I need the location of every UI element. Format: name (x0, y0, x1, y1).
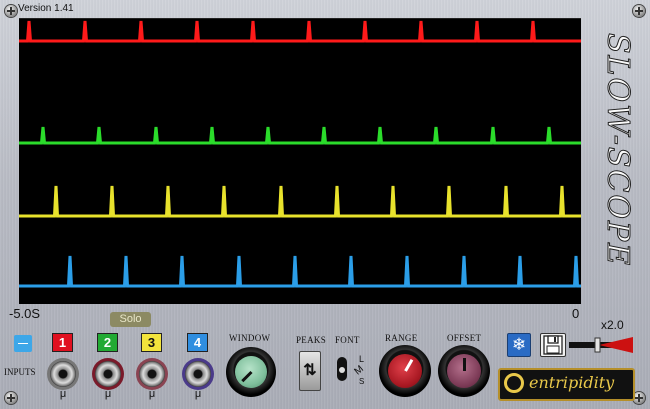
peaks-label: PEAKS (296, 335, 327, 345)
snowflake-icon: ❄ (511, 335, 527, 354)
save-button[interactable] (540, 333, 566, 357)
input-4-jack[interactable] (185, 361, 211, 387)
input-2-select[interactable]: 2 (97, 333, 118, 352)
input-1-jack[interactable] (50, 361, 76, 387)
font-option-large: L (359, 354, 365, 364)
screw-bottom-left (5, 392, 17, 404)
solo-button[interactable]: Solo (110, 312, 151, 327)
trace-2 (19, 126, 581, 145)
trace-4 (19, 255, 581, 288)
module-title-text: SLOW-SCOPE (600, 33, 635, 267)
module-title: SLOW-SCOPE (600, 33, 636, 268)
range-label: RANGE (385, 333, 418, 343)
input-1-select[interactable]: 1 (52, 333, 73, 352)
slow-scope-panel: Version 1.41 SLOW-SCOPE -5.0S 0 Solo INP… (0, 0, 650, 409)
zoom-slider[interactable] (569, 336, 633, 354)
time-window-end-label: 0 (572, 306, 580, 321)
font-size-switch-lever (339, 367, 345, 373)
trace-1 (19, 20, 581, 43)
up-down-arrows-icon: ⇅ (303, 362, 317, 379)
range-knob[interactable] (379, 345, 431, 397)
offset-knob[interactable] (438, 345, 490, 397)
trace-svg (19, 20, 581, 288)
window-knob[interactable] (226, 347, 276, 397)
offset-label: OFFSET (447, 333, 482, 343)
screw-top-right (633, 5, 645, 17)
font-size-switch[interactable] (337, 357, 347, 381)
freeze-button[interactable]: ❄ (507, 333, 531, 357)
vertical-scale-icon[interactable] (14, 335, 32, 352)
input-4-coupling-label[interactable]: μ (178, 388, 218, 400)
input-3-select[interactable]: 3 (141, 333, 162, 352)
font-option-medium: M (352, 363, 366, 378)
font-label: FONT (335, 335, 360, 345)
input-2-coupling-label[interactable]: μ (88, 388, 128, 400)
logo-text: entripidity (529, 373, 615, 392)
floppy-disk-icon (543, 335, 563, 355)
input-3-jack[interactable] (139, 361, 165, 387)
window-label: WINDOW (229, 333, 271, 343)
inputs-label: INPUTS (4, 367, 36, 377)
scope-display (19, 18, 581, 304)
input-1-coupling-label[interactable]: μ (43, 388, 83, 400)
centripidity-logo: entripidity (498, 368, 635, 401)
offset-knob-pointer (462, 358, 466, 371)
trace-3 (19, 185, 581, 218)
input-2-jack[interactable] (95, 361, 121, 387)
screw-top-left (5, 5, 17, 17)
time-window-start-label: -5.0S (9, 306, 41, 321)
logo-c-mark (504, 373, 524, 393)
font-option-small: S (359, 377, 365, 386)
zoom-factor-label: x2.0 (601, 318, 624, 332)
input-3-coupling-label[interactable]: μ (132, 388, 172, 400)
version-label: Version 1.41 (18, 3, 74, 14)
peaks-toggle-button[interactable]: ⇅ (299, 351, 321, 391)
input-4-select[interactable]: 4 (187, 333, 208, 352)
